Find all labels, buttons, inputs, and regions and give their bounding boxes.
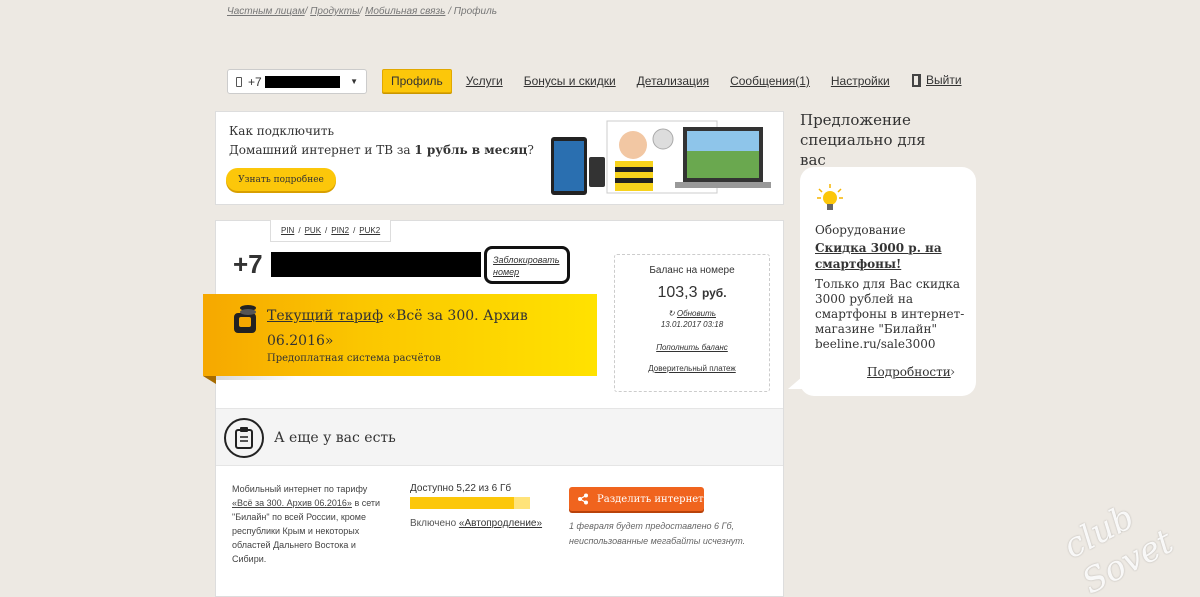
offer-card: Оборудование Скидка 3000 р. на смартфоны… bbox=[788, 167, 976, 396]
trust-payment-link[interactable]: Доверительный платеж bbox=[615, 364, 769, 373]
logout-link[interactable]: Выйти bbox=[912, 73, 962, 87]
extra-section-header: А еще у вас есть bbox=[216, 408, 783, 466]
puk-link[interactable]: PUK bbox=[305, 226, 321, 235]
logout-icon bbox=[912, 73, 921, 87]
banner-line1: Как подключить bbox=[229, 124, 335, 138]
included-label: Включено bbox=[410, 518, 459, 529]
bubble-tail bbox=[788, 377, 802, 389]
learn-more-button[interactable]: Узнать подробнее bbox=[226, 168, 336, 191]
traffic-available: Доступно 5,22 из 6 Гб bbox=[410, 483, 512, 494]
watermark-logo: club Sovet bbox=[1056, 497, 1180, 597]
current-tariff-link[interactable]: Текущий тариф bbox=[267, 308, 383, 324]
phone-icon bbox=[236, 76, 242, 87]
breadcrumb-products[interactable]: Продукты bbox=[310, 6, 359, 17]
tariff-title: Текущий тариф «Всё за 300. Архив 06.2016… bbox=[267, 304, 567, 354]
traffic-bar-fill bbox=[410, 497, 515, 509]
breadcrumb-private[interactable]: Частным лицам bbox=[227, 6, 305, 17]
tab-bonuses[interactable]: Бонусы и скидки bbox=[524, 74, 616, 88]
pin-link[interactable]: PIN bbox=[281, 226, 294, 235]
offer-text: Только для Вас скидка 3000 рублей на сма… bbox=[815, 277, 965, 351]
devices-illustration bbox=[551, 120, 771, 195]
puk2-link[interactable]: PUK2 bbox=[359, 226, 380, 235]
topup-link[interactable]: Пополнить баланс bbox=[615, 343, 769, 352]
redacted-number bbox=[264, 75, 340, 88]
banner-line2-c: ? bbox=[527, 143, 534, 157]
payment-system: Предоплатная система расчётов bbox=[267, 353, 441, 364]
phone-number: +7 bbox=[233, 249, 481, 280]
offer-details-link[interactable]: Подробности bbox=[867, 365, 951, 379]
offer-title: Оборудование bbox=[815, 223, 906, 237]
refresh-balance[interactable]: ↻ Обновить bbox=[615, 309, 769, 318]
internet-description: Мобильный интернет по тарифу «Всё за 300… bbox=[232, 482, 382, 566]
share-icon bbox=[578, 493, 588, 505]
phone-selector[interactable]: +7 ▼ bbox=[227, 69, 367, 94]
logout-label[interactable]: Выйти bbox=[926, 73, 962, 87]
block-number-link[interactable]: Заблокировать номер bbox=[484, 246, 570, 284]
offer-heading: Предложение специально для вас bbox=[800, 111, 926, 169]
chevron-right-icon: › bbox=[950, 365, 956, 380]
autorenew-link[interactable]: «Автопродление» bbox=[459, 518, 542, 529]
wallet-coins-icon bbox=[234, 305, 256, 333]
banner-line2-a: Домашний интернет и ТВ за bbox=[229, 143, 415, 157]
pin2-link[interactable]: PIN2 bbox=[331, 226, 349, 235]
banner-line2-b: 1 рубль в месяц bbox=[414, 143, 528, 157]
share-internet-label: Разделить интернет bbox=[597, 493, 704, 505]
breadcrumb-mobile[interactable]: Мобильная связь bbox=[365, 6, 445, 17]
lightbulb-icon bbox=[817, 184, 843, 210]
extra-title: А еще у вас есть bbox=[274, 430, 396, 446]
balance-amount: 103,3 bbox=[657, 284, 698, 301]
balance-currency: руб. bbox=[701, 286, 727, 300]
included-line: Включено «Автопродление» bbox=[410, 518, 542, 529]
balance-label: Баланс на номере bbox=[649, 265, 735, 276]
tab-services[interactable]: Услуги bbox=[466, 74, 503, 88]
block-number-label[interactable]: Заблокировать номер bbox=[493, 255, 559, 277]
tab-profile[interactable]: Профиль bbox=[382, 69, 452, 93]
profile-card: PIN / PUK / PIN2/ PUK2 +7 Заблокировать но… bbox=[203, 220, 784, 597]
chevron-down-icon: ▼ bbox=[350, 77, 358, 86]
ribbon-shadow bbox=[216, 376, 296, 380]
share-internet-button[interactable]: Разделить интернет bbox=[569, 487, 704, 511]
promo-banner: Как подключить Домашний интернет и ТВ за… bbox=[215, 111, 784, 205]
refresh-icon: ↻ bbox=[667, 309, 675, 318]
balance-value: 103,3 руб. bbox=[615, 284, 769, 302]
main-nav: Профиль Услуги Бонусы и скидки Детализац… bbox=[382, 69, 911, 93]
tab-details[interactable]: Детализация bbox=[637, 74, 709, 88]
redacted-number bbox=[270, 252, 481, 277]
inet-tariff-link[interactable]: «Всё за 300. Архив 06.2016» bbox=[232, 498, 352, 508]
clipboard-icon bbox=[224, 418, 264, 458]
tab-settings[interactable]: Настройки bbox=[831, 74, 890, 88]
inet-desc-a: Мобильный интернет по тарифу bbox=[232, 484, 368, 494]
refresh-label[interactable]: Обновить bbox=[677, 309, 716, 318]
balance-date: 13.01.2017 03:18 bbox=[660, 320, 724, 329]
sim-codes: PIN / PUK / PIN2/ PUK2 bbox=[270, 220, 392, 242]
phone-prefix: +7 bbox=[248, 74, 262, 89]
number-prefix: +7 bbox=[233, 249, 263, 279]
breadcrumb: Частным лицам/ Продукты/ Мобильная связь… bbox=[227, 6, 497, 17]
tariff-ribbon: Текущий тариф «Всё за 300. Архив 06.2016… bbox=[203, 294, 597, 384]
offer-link[interactable]: Скидка 3000 р. на смартфоны! bbox=[815, 240, 955, 272]
renewal-note: 1 февраля будет предоставлено 6 Гб, неис… bbox=[569, 521, 746, 546]
ribbon-fold bbox=[203, 376, 216, 384]
breadcrumb-current: Профиль bbox=[453, 6, 497, 17]
tab-messages[interactable]: Сообщения(1) bbox=[730, 74, 810, 88]
traffic-bar bbox=[410, 497, 530, 509]
banner-line2: Домашний интернет и ТВ за 1 рубль в меся… bbox=[229, 143, 534, 157]
balance-box: Баланс на номере 103,3 руб. ↻ Обновить 1… bbox=[614, 254, 770, 392]
